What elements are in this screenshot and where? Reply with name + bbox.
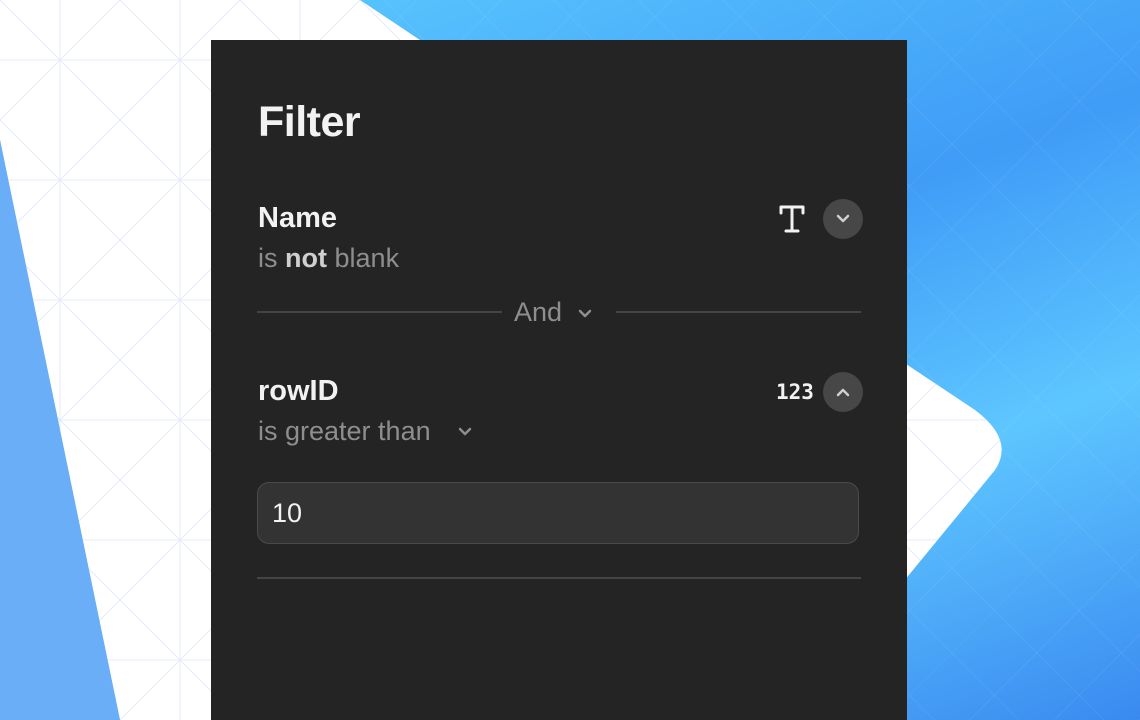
filter-condition-dropdown[interactable]: is greater than	[258, 416, 431, 447]
condition-suffix: blank	[334, 243, 400, 273]
filter-field-name[interactable]: Name	[258, 202, 337, 235]
chevron-down-icon	[458, 427, 472, 436]
chevron-up-icon	[836, 388, 850, 397]
conjunction-label: And	[514, 297, 563, 327]
number-type-icon: 123	[776, 380, 814, 404]
divider-left	[257, 311, 502, 313]
filter-expand-button[interactable]	[823, 199, 863, 239]
divider-right	[616, 311, 861, 313]
filter-collapse-button[interactable]	[823, 372, 863, 412]
conjunction-dropdown[interactable]: And	[514, 297, 562, 328]
condition-prefix: is	[258, 243, 278, 273]
chevron-down-icon	[578, 309, 592, 318]
filter-panel: Filter Name is not blank And rowID is gr…	[211, 40, 907, 720]
filter-condition-not-blank[interactable]: is not blank	[258, 243, 399, 274]
text-type-icon	[779, 205, 805, 233]
condition-emphasis: not	[285, 243, 327, 273]
filter-field-rowid[interactable]: rowID	[258, 375, 339, 408]
divider-bottom	[257, 577, 861, 579]
filter-value-input[interactable]	[257, 482, 859, 544]
panel-title: Filter	[258, 98, 361, 146]
chevron-down-icon	[836, 214, 850, 223]
condition-label: is greater than	[258, 416, 431, 446]
